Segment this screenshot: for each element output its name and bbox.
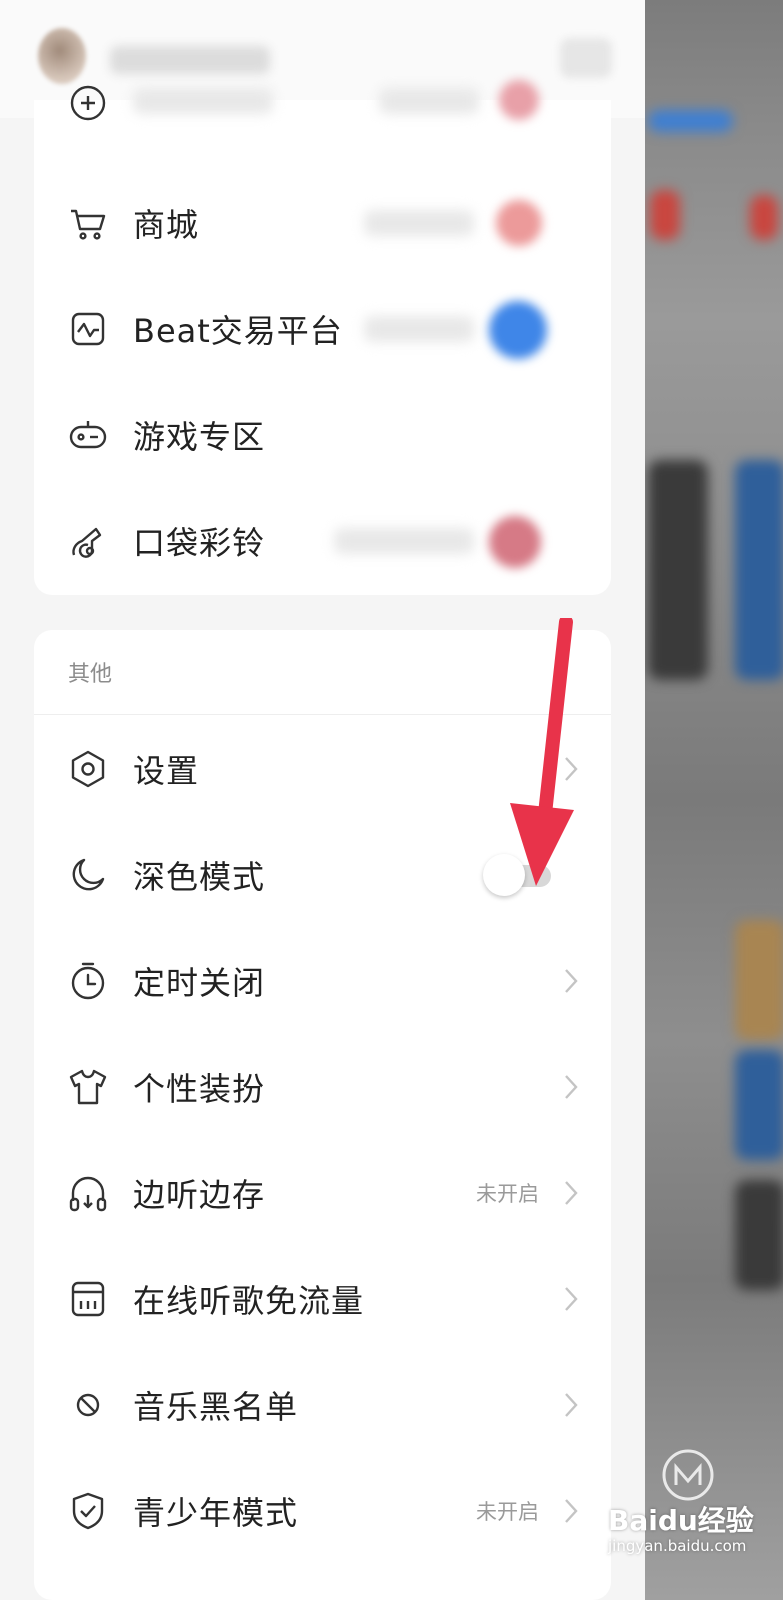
row-label: 定时关闭 xyxy=(133,964,266,1002)
chevron-right-icon xyxy=(561,966,581,996)
timer-icon xyxy=(68,961,108,1001)
side-drawer: 商城 Beat交易平台 游戏专区 口袋彩铃 其他 设置 深色模式 定时关闭 个性… xyxy=(0,0,645,1600)
cart-icon xyxy=(68,203,108,243)
menu-label: Beat交易平台 xyxy=(133,312,343,350)
block-icon xyxy=(68,1385,108,1425)
chevron-right-icon xyxy=(561,1178,581,1208)
data-card-icon xyxy=(68,1279,108,1319)
chevron-right-icon xyxy=(561,1284,581,1314)
row-label: 青少年模式 xyxy=(133,1494,299,1532)
row-download-while-listening[interactable]: 边听边存 未开启 xyxy=(34,1140,611,1246)
watermark-url: jingyan.baidu.com xyxy=(608,1537,747,1555)
annotation-arrow xyxy=(510,618,574,886)
blurred-badge xyxy=(499,80,539,120)
blurred-blue-cover xyxy=(735,460,783,680)
beat-icon xyxy=(68,309,108,349)
blurred-red-item-2 xyxy=(750,195,778,240)
row-teen-mode[interactable]: 青少年模式 未开启 xyxy=(34,1458,611,1564)
blurred-gold-cover xyxy=(735,920,783,1040)
watermark-text: Baidu经验 xyxy=(608,1504,754,1537)
section-title: 其他 xyxy=(68,662,113,687)
row-label: 音乐黑名单 xyxy=(133,1388,299,1426)
menu-row-ringtone[interactable]: 口袋彩铃 xyxy=(34,488,611,594)
blurred-red-item xyxy=(650,190,680,240)
menu-row-games[interactable]: 游戏专区 xyxy=(34,382,611,488)
shield-check-icon xyxy=(68,1491,108,1531)
row-label: 个性装扮 xyxy=(133,1070,266,1108)
blurred-blue-tab xyxy=(648,110,733,132)
row-timer[interactable]: 定时关闭 xyxy=(34,928,611,1034)
row-label: 在线听歌免流量 xyxy=(133,1282,365,1320)
tshirt-icon xyxy=(68,1067,108,1107)
blurred-status xyxy=(364,316,474,342)
row-label: 设置 xyxy=(133,752,200,790)
row-music-blacklist[interactable]: 音乐黑名单 xyxy=(34,1352,611,1458)
blurred-status xyxy=(364,210,474,236)
blurred-dark-cover-2 xyxy=(735,1180,783,1290)
row-label: 边听边存 xyxy=(133,1176,266,1214)
blurred-background-content xyxy=(640,0,783,1600)
row-label: 深色模式 xyxy=(133,858,266,896)
row-theme[interactable]: 个性装扮 xyxy=(34,1034,611,1140)
ticket-icon xyxy=(68,83,108,123)
blurred-status xyxy=(334,528,474,554)
top-menu-card: 商城 Beat交易平台 游戏专区 口袋彩铃 xyxy=(34,80,611,595)
row-free-data[interactable]: 在线听歌免流量 xyxy=(34,1246,611,1352)
menu-label: 商城 xyxy=(133,206,200,244)
blurred-dark-cover xyxy=(648,460,708,680)
moon-icon xyxy=(68,855,108,895)
menu-label: 口袋彩铃 xyxy=(133,524,266,562)
headphones-download-icon xyxy=(68,1173,108,1213)
ringtone-icon xyxy=(68,521,108,561)
gamepad-icon xyxy=(68,415,108,455)
menu-label: 游戏专区 xyxy=(133,418,266,456)
status-text: 未开启 xyxy=(476,1500,539,1524)
blurred-label xyxy=(133,88,273,114)
menu-row-mall[interactable]: 商城 xyxy=(34,170,611,276)
menu-row-beat[interactable]: Beat交易平台 xyxy=(34,276,611,382)
blurred-badge xyxy=(496,200,542,246)
blurred-status xyxy=(379,88,479,114)
chevron-right-icon xyxy=(561,1496,581,1526)
chevron-right-icon xyxy=(561,1390,581,1420)
blurred-badge xyxy=(489,301,547,359)
blurred-blue-cover-2 xyxy=(735,1050,783,1160)
settings-hex-icon xyxy=(68,749,108,789)
menu-row-hidden[interactable] xyxy=(34,50,611,156)
baidu-watermark: Baidu经验 jingyan.baidu.com xyxy=(590,1445,780,1595)
status-text: 未开启 xyxy=(476,1182,539,1206)
blurred-badge xyxy=(489,516,541,568)
chevron-right-icon xyxy=(561,1072,581,1102)
baidu-paw-icon xyxy=(662,1449,714,1501)
